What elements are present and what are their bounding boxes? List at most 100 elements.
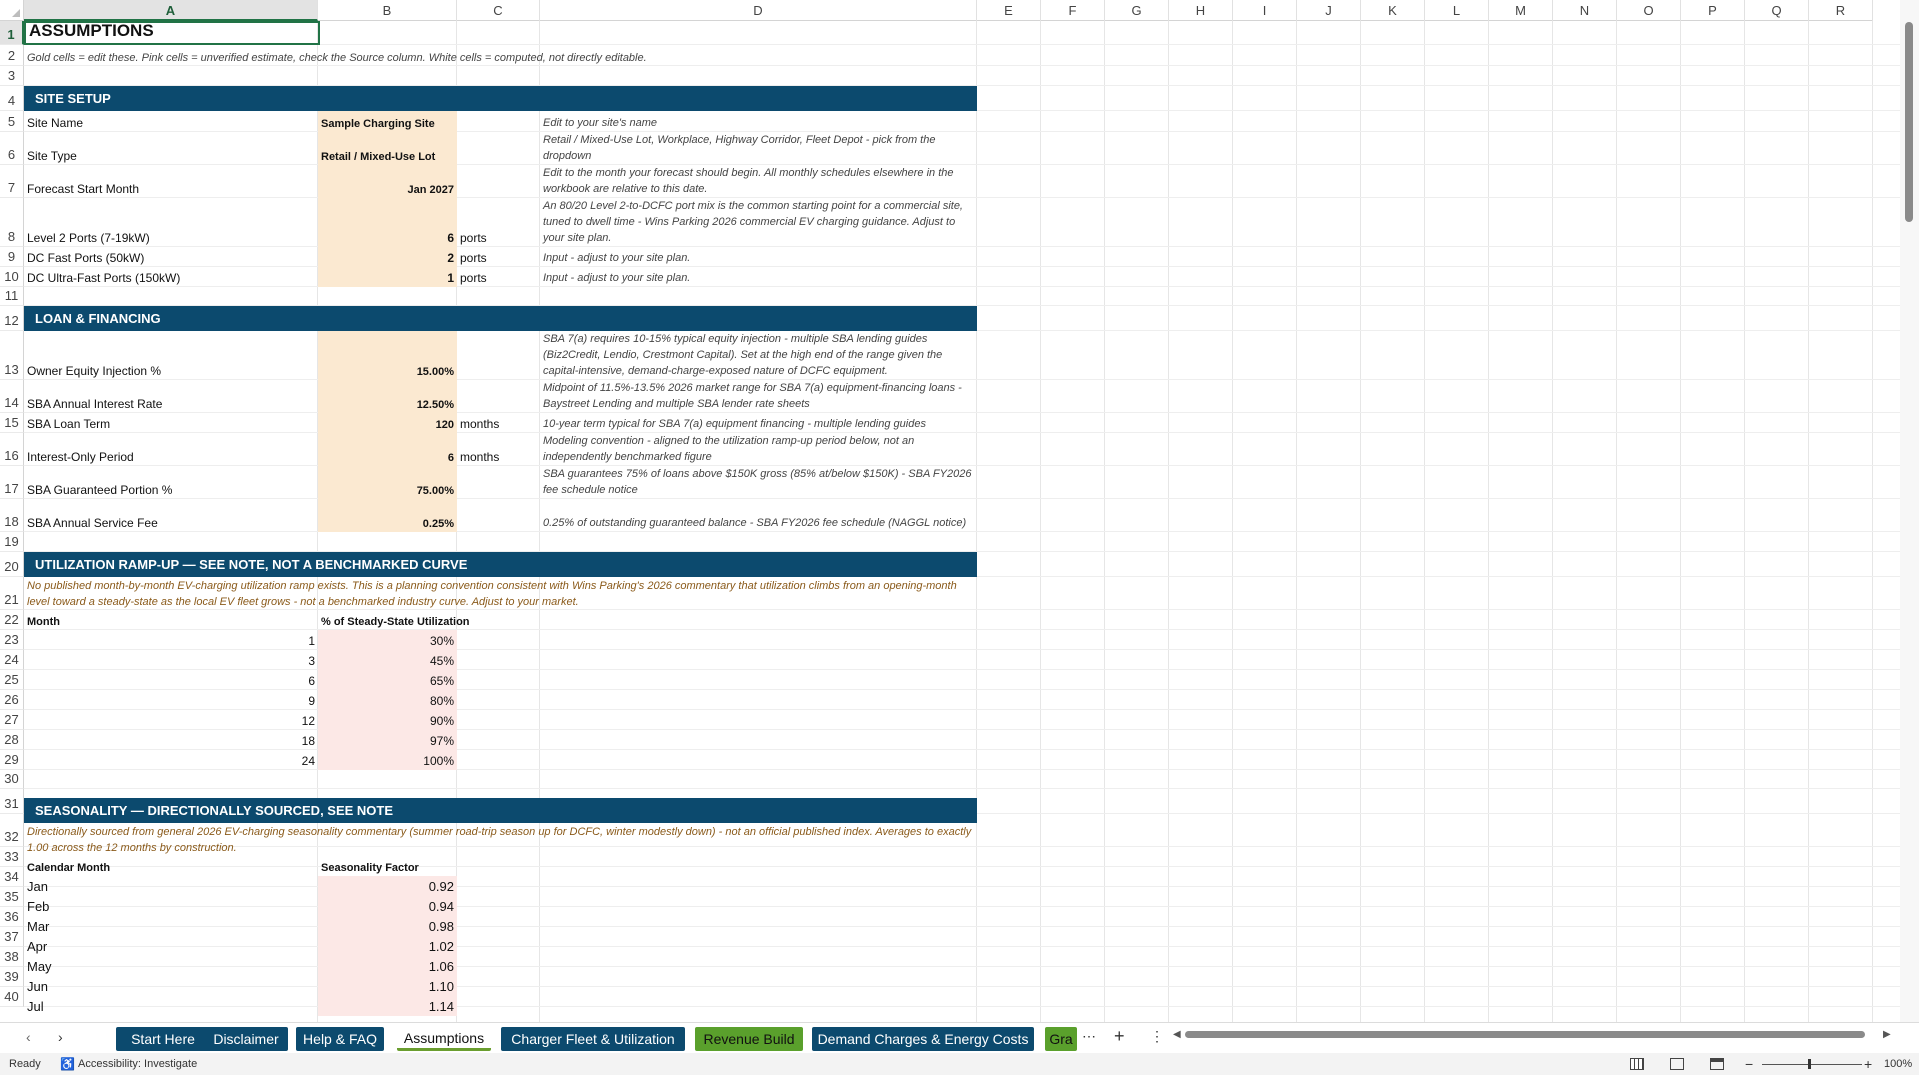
column-header-e[interactable]: E [977, 0, 1041, 21]
ramp-col-month[interactable]: Month [24, 610, 318, 630]
season-month-cell[interactable]: Mar [24, 916, 318, 936]
season-factor-cell[interactable]: 1.14 [318, 996, 457, 1016]
ramp-pct-cell[interactable]: 45% [318, 650, 457, 670]
loan-term-label[interactable]: SBA Loan Term [24, 413, 318, 433]
row-header-20[interactable]: 20 [0, 552, 24, 577]
equity-input[interactable]: 15.00% [318, 331, 457, 380]
equity-note[interactable]: SBA 7(a) requires 10-15% typical equity … [540, 331, 977, 380]
dc-ultra-ports-label[interactable]: DC Ultra-Fast Ports (150kW) [24, 267, 318, 287]
io-period-label[interactable]: Interest-Only Period [24, 433, 318, 466]
select-all-corner[interactable] [0, 0, 24, 21]
row-header-1[interactable]: 1 [0, 21, 24, 45]
season-factor-cell[interactable]: 0.92 [318, 876, 457, 896]
dc-fast-ports-note[interactable]: Input - adjust to your site plan. [540, 247, 977, 267]
column-header-b[interactable]: B [318, 0, 457, 21]
column-header-h[interactable]: H [1169, 0, 1233, 21]
season-month-cell[interactable]: Feb [24, 896, 318, 916]
row-header-36[interactable]: 36 [0, 907, 24, 927]
section-header-seasonality[interactable]: SEASONALITY — DIRECTIONALLY SOURCED, SEE… [24, 798, 977, 823]
row-header-15[interactable]: 15 [0, 413, 24, 433]
page-break-icon[interactable] [1710, 1058, 1724, 1070]
ramp-pct-cell[interactable]: 65% [318, 670, 457, 690]
row-header-21[interactable]: 21 [0, 577, 24, 610]
section-header-site-setup[interactable]: SITE SETUP [24, 86, 977, 111]
site-type-dropdown[interactable]: Retail / Mixed-Use Lot [318, 132, 457, 165]
normal-view-icon[interactable] [1630, 1058, 1644, 1070]
row-header-5[interactable]: 5 [0, 111, 24, 132]
interest-rate-label[interactable]: SBA Annual Interest Rate [24, 380, 318, 413]
hscroll-right-icon[interactable]: ▶ [1883, 1029, 1891, 1040]
season-month-cell[interactable]: Apr [24, 936, 318, 956]
column-header-f[interactable]: F [1041, 0, 1105, 21]
more-tabs-icon[interactable]: ⋯ [1082, 1028, 1096, 1045]
row-header-19[interactable]: 19 [0, 532, 24, 552]
ramp-month-cell[interactable]: 9 [24, 690, 318, 710]
add-sheet-icon[interactable]: + [1114, 1026, 1125, 1047]
page-layout-icon[interactable] [1670, 1058, 1684, 1070]
site-name-input[interactable]: Sample Charging Site [318, 111, 457, 132]
column-header-l[interactable]: L [1425, 0, 1489, 21]
season-month-cell[interactable]: Jan [24, 876, 318, 896]
row-header-18[interactable]: 18 [0, 499, 24, 532]
row-header-14[interactable]: 14 [0, 380, 24, 413]
row-header-22[interactable]: 22 [0, 610, 24, 630]
season-col-month[interactable]: Calendar Month [24, 856, 318, 876]
l2-ports-label[interactable]: Level 2 Ports (7-19kW) [24, 198, 318, 247]
ramp-pct-cell[interactable]: 80% [318, 690, 457, 710]
season-factor-cell[interactable]: 1.10 [318, 976, 457, 996]
season-factor-cell[interactable]: 1.02 [318, 936, 457, 956]
zoom-slider[interactable] [1762, 1064, 1862, 1065]
season-factor-cell[interactable]: 0.94 [318, 896, 457, 916]
l2-ports-unit[interactable]: ports [457, 198, 540, 247]
equity-label[interactable]: Owner Equity Injection % [24, 331, 318, 380]
guaranteed-portion-input[interactable]: 75.00% [318, 466, 457, 499]
row-header-10[interactable]: 10 [0, 267, 24, 287]
row-header-35[interactable]: 35 [0, 887, 24, 907]
row-header-8[interactable]: 8 [0, 198, 24, 247]
tab-disclaimer[interactable]: Disclaimer [204, 1027, 288, 1051]
service-fee-note[interactable]: 0.25% of outstanding guaranteed balance … [540, 499, 977, 532]
column-header-m[interactable]: M [1489, 0, 1553, 21]
section-header-ramp[interactable]: UTILIZATION RAMP-UP — SEE NOTE, NOT A BE… [24, 552, 977, 577]
column-header-q[interactable]: Q [1745, 0, 1809, 21]
ramp-pct-cell[interactable]: 100% [318, 750, 457, 770]
column-header-p[interactable]: P [1681, 0, 1745, 21]
accessibility-icon[interactable]: ♿ [60, 1057, 75, 1071]
dc-fast-ports-unit[interactable]: ports [457, 247, 540, 267]
column-header-r[interactable]: R [1809, 0, 1873, 21]
ramp-month-cell[interactable]: 6 [24, 670, 318, 690]
row-header-40[interactable]: 40 [0, 987, 24, 1007]
row-header-38[interactable]: 38 [0, 947, 24, 967]
row-header-27[interactable]: 27 [0, 710, 24, 730]
row-header-30[interactable]: 30 [0, 770, 24, 789]
tab-revenue-build[interactable]: Revenue Build [695, 1027, 803, 1051]
site-type-label[interactable]: Site Type [24, 132, 318, 165]
row-header-6[interactable]: 6 [0, 132, 24, 165]
ramp-pct-cell[interactable]: 97% [318, 730, 457, 750]
tab-start-here[interactable]: Start Here [116, 1027, 210, 1051]
ramp-pct-cell[interactable]: 90% [318, 710, 457, 730]
column-header-d[interactable]: D [540, 0, 977, 21]
loan-term-note[interactable]: 10-year term typical for SBA 7(a) equipm… [540, 413, 977, 433]
row-header-34[interactable]: 34 [0, 867, 24, 887]
row-header-23[interactable]: 23 [0, 630, 24, 650]
row-header-7[interactable]: 7 [0, 165, 24, 198]
legend-note[interactable]: Gold cells = edit these. Pink cells = un… [24, 45, 977, 66]
zoom-slider-thumb[interactable] [1808, 1059, 1811, 1069]
row-header-4[interactable]: 4 [0, 86, 24, 111]
service-fee-label[interactable]: SBA Annual Service Fee [24, 499, 318, 532]
row-header-17[interactable]: 17 [0, 466, 24, 499]
horizontal-scroll-thumb[interactable] [1185, 1031, 1865, 1038]
column-header-c[interactable]: C [457, 0, 540, 21]
ramp-pct-cell[interactable]: 30% [318, 630, 457, 650]
row-header-37[interactable]: 37 [0, 927, 24, 947]
zoom-out-icon[interactable]: − [1745, 1056, 1753, 1072]
dc-ultra-ports-input[interactable]: 1 [318, 267, 457, 287]
loan-term-input[interactable]: 120 [318, 413, 457, 433]
row-header-32[interactable]: 32 [0, 814, 24, 847]
ramp-month-cell[interactable]: 1 [24, 630, 318, 650]
row-header-24[interactable]: 24 [0, 650, 24, 670]
vertical-scrollbar[interactable] [1900, 0, 1919, 1022]
tab-scroll-right-icon[interactable]: › [58, 1029, 63, 1045]
row-header-25[interactable]: 25 [0, 670, 24, 690]
